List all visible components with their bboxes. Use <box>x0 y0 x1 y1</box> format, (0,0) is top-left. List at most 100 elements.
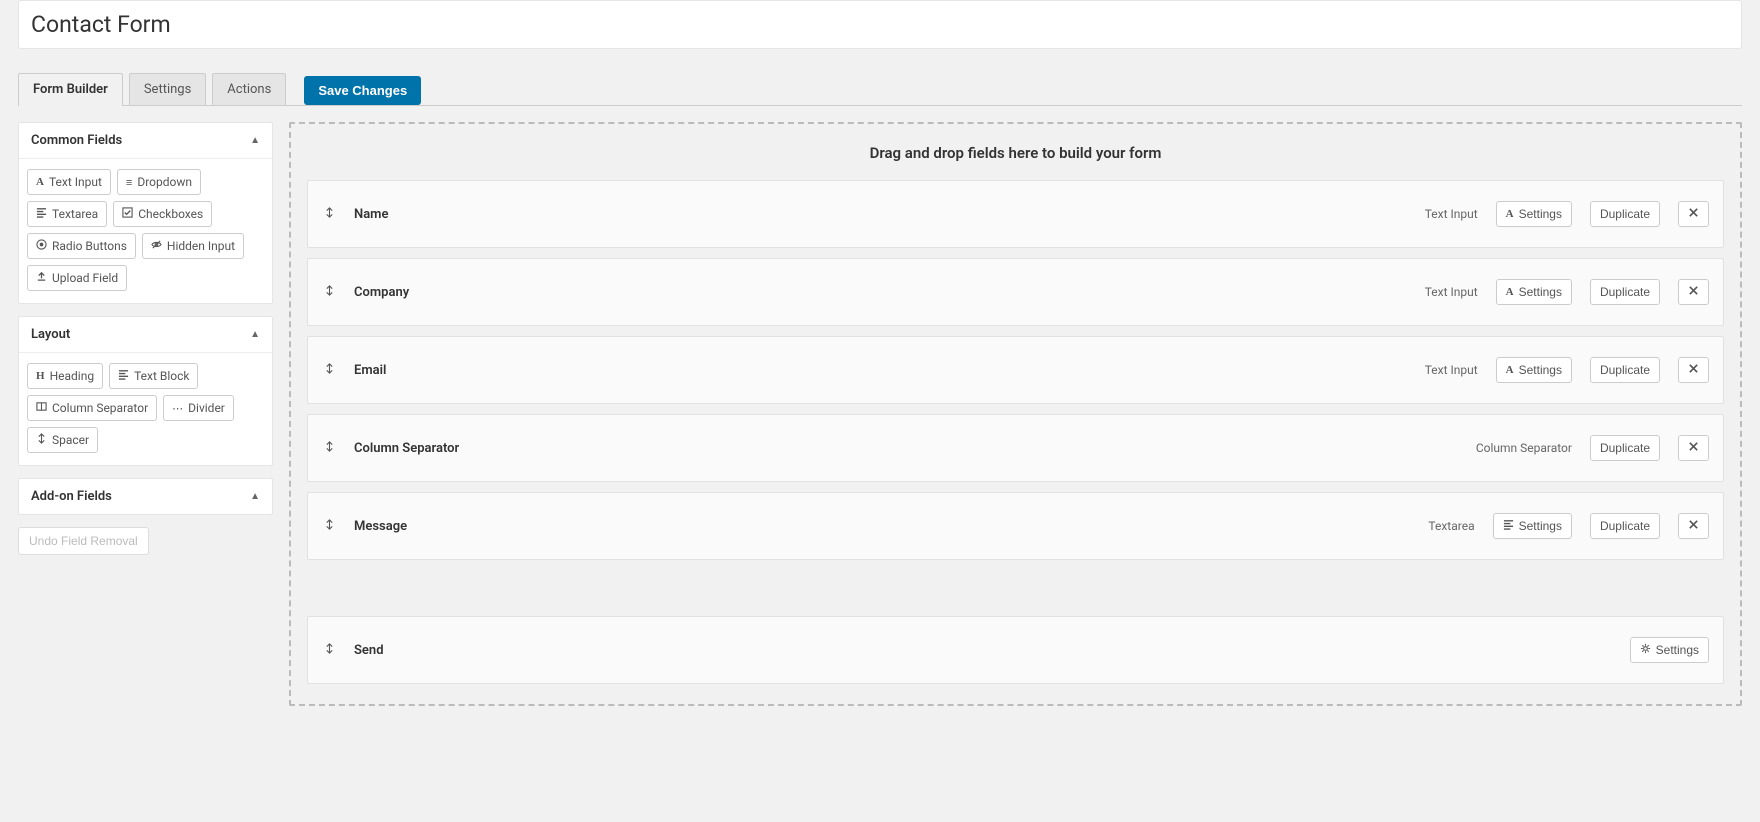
close-icon <box>1688 207 1699 221</box>
caret-up-icon: ▲ <box>250 135 260 146</box>
row-duplicate-button[interactable]: Duplicate <box>1590 435 1660 461</box>
panel-title: Layout <box>31 327 70 342</box>
submit-row[interactable]: Send Settings <box>307 616 1724 684</box>
bars-icon: ≡ <box>126 176 132 189</box>
drag-handle-icon[interactable] <box>322 643 336 657</box>
drag-handle-icon[interactable] <box>322 363 336 377</box>
panel-title: Common Fields <box>31 133 122 148</box>
panel-title: Add-on Fields <box>31 489 112 504</box>
tab-settings[interactable]: Settings <box>129 73 206 105</box>
row-delete-button[interactable] <box>1678 201 1709 227</box>
chip-label: Checkboxes <box>138 207 203 221</box>
chip-column-separator[interactable]: Column Separator <box>27 395 157 421</box>
row-settings-label: Settings <box>1519 285 1562 299</box>
field-rows-container: NameText InputASettingsDuplicateCompanyT… <box>307 180 1724 560</box>
panel-body-layout: HHeading Text Block Column Separator ⋯ Di… <box>19 353 272 465</box>
row-duplicate-label: Duplicate <box>1600 363 1650 377</box>
row-delete-button[interactable] <box>1678 357 1709 383</box>
row-settings-button[interactable]: ASettings <box>1496 279 1572 305</box>
field-type-label: Text Input <box>1425 363 1478 377</box>
main-area: Common Fields ▲ A Text Input ≡ Dropdown Te… <box>0 106 1760 722</box>
row-settings-button[interactable]: A Settings <box>1496 201 1572 227</box>
undo-field-removal-button[interactable]: Undo Field Removal <box>18 527 149 555</box>
check-square-icon <box>122 207 133 221</box>
drag-handle-icon[interactable] <box>322 519 336 533</box>
field-row[interactable]: Name Text Input A Settings Duplicate <box>307 180 1724 248</box>
chip-dropdown[interactable]: ≡ Dropdown <box>117 169 201 195</box>
chip-label: Hidden Input <box>167 239 235 253</box>
row-delete-button[interactable] <box>1678 435 1709 461</box>
chip-heading[interactable]: HHeading <box>27 363 103 389</box>
chip-checkboxes[interactable]: Checkboxes <box>113 201 212 227</box>
row-duplicate-label: Duplicate <box>1600 441 1650 455</box>
chip-text-block[interactable]: Text Block <box>109 363 198 389</box>
field-type-label: Text Input <box>1425 285 1478 299</box>
caret-up-icon: ▲ <box>250 491 260 502</box>
panel-header-layout[interactable]: Layout ▲ <box>19 317 272 353</box>
tab-form-builder[interactable]: Form Builder <box>18 73 123 105</box>
upload-icon <box>36 271 47 285</box>
dropzone[interactable]: Drag and drop fields here to build your … <box>289 122 1742 706</box>
chip-label: Dropdown <box>137 175 192 189</box>
chip-hidden-input[interactable]: Hidden Input <box>142 233 244 259</box>
chip-label: Text Input <box>49 175 102 189</box>
chip-label: Divider <box>188 401 225 415</box>
field-type-label: Text Input <box>1425 207 1478 221</box>
font-icon: A <box>1506 208 1514 220</box>
row-delete-button[interactable] <box>1678 279 1709 305</box>
row-settings-label: Settings <box>1519 363 1562 377</box>
chip-label: Radio Buttons <box>52 239 127 253</box>
field-label: Name <box>354 207 388 222</box>
row-duplicate-label: Duplicate <box>1600 207 1650 221</box>
save-button[interactable]: Save Changes <box>304 76 421 105</box>
panel-header-common-fields[interactable]: Common Fields ▲ <box>19 123 272 159</box>
chip-radio-buttons[interactable]: Radio Buttons <box>27 233 136 259</box>
row-delete-button[interactable] <box>1678 513 1709 539</box>
field-row[interactable]: Column SeparatorColumn SeparatorDuplicat… <box>307 414 1724 482</box>
row-settings-button[interactable]: Settings <box>1493 513 1572 539</box>
panel-addon-fields: Add-on Fields ▲ <box>18 478 273 515</box>
drag-handle-icon[interactable] <box>322 441 336 455</box>
row-duplicate-button[interactable]: Duplicate <box>1590 357 1660 383</box>
chip-label: Upload Field <box>52 271 118 285</box>
drag-handle-icon[interactable] <box>322 285 336 299</box>
row-settings-button[interactable]: A Settings <box>1496 357 1572 383</box>
close-icon <box>1688 363 1699 377</box>
field-row[interactable]: MessageTextareaSettingsDuplicate <box>307 492 1724 560</box>
panel-header-addon-fields[interactable]: Add-on Fields ▲ <box>19 479 272 514</box>
page-title-box: Contact Form <box>18 0 1742 49</box>
row-settings-button[interactable]: Settings <box>1630 637 1709 663</box>
row-duplicate-button[interactable]: Duplicate <box>1590 279 1660 305</box>
font-icon: A <box>1506 364 1514 376</box>
close-icon <box>1688 519 1699 533</box>
chip-label: Textarea <box>52 207 98 221</box>
row-settings-label: Settings <box>1519 207 1562 221</box>
chip-text-input[interactable]: A Text Input <box>27 169 111 195</box>
field-label: Column Separator <box>354 441 459 456</box>
drag-handle-icon[interactable] <box>322 207 336 221</box>
row-duplicate-button[interactable]: Duplicate <box>1590 201 1660 227</box>
align-left-icon <box>1503 519 1514 533</box>
top-bar: Form Builder Settings Actions Save Chang… <box>0 49 1760 106</box>
chip-spacer[interactable]: Spacer <box>27 427 98 453</box>
dot-circle-icon <box>36 239 47 253</box>
row-settings-label: Settings <box>1519 519 1562 533</box>
row-duplicate-label: Duplicate <box>1600 285 1650 299</box>
field-row[interactable]: Email Text Input A Settings Duplicate <box>307 336 1724 404</box>
row-settings-label: Settings <box>1656 643 1699 657</box>
chip-textarea[interactable]: Textarea <box>27 201 107 227</box>
font-icon: A <box>36 176 44 188</box>
align-left-icon <box>118 369 129 383</box>
align-left-icon <box>36 207 47 221</box>
row-duplicate-button[interactable]: Duplicate <box>1590 513 1660 539</box>
ellipsis-icon: ⋯ <box>172 402 183 415</box>
field-label: Email <box>354 363 386 378</box>
caret-up-icon: ▲ <box>250 329 260 340</box>
chip-upload-field[interactable]: Upload Field <box>27 265 127 291</box>
gear-icon <box>1640 643 1651 657</box>
chip-label: Text Block <box>134 369 189 383</box>
tab-actions[interactable]: Actions <box>212 73 286 105</box>
field-row[interactable]: CompanyText InputASettingsDuplicate <box>307 258 1724 326</box>
chip-divider[interactable]: ⋯ Divider <box>163 395 234 421</box>
chip-label: Heading <box>50 369 95 383</box>
